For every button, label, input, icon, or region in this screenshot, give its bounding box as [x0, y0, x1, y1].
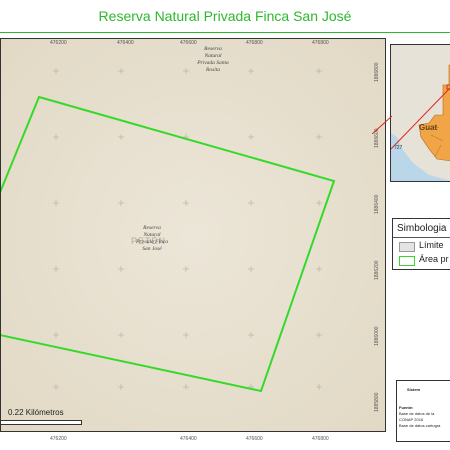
- label-santa-rosita: Reserva Natural Privada Santa Rosita: [197, 46, 229, 73]
- legend-swatch-limit: [399, 242, 415, 252]
- map-title: Reserva Natural Privada Finca San José: [98, 8, 352, 24]
- y-tick-4: 1886200: [374, 260, 380, 280]
- map-canvas: [1, 39, 385, 431]
- legend-divider: [393, 237, 450, 238]
- x-tick-bottom-1: 476200: [50, 436, 67, 442]
- legend-title: Simbologia: [397, 223, 447, 234]
- x-tick-bottom-2: 476400: [180, 436, 197, 442]
- y-tick-3: 1886400: [374, 194, 380, 214]
- inset-land-mass: [391, 45, 450, 181]
- legend-item-area: Área pr: [399, 254, 450, 267]
- main-map[interactable]: [0, 38, 386, 432]
- y-tick-6: 1885800: [374, 392, 380, 412]
- terrain-background: [1, 39, 385, 431]
- legend-panel: Simbologia Límite Área pr: [392, 218, 450, 270]
- inset-number-label: 727: [394, 145, 403, 151]
- label-san-jose: Reserva Natural Privada Finca San José: [136, 225, 168, 252]
- legend-swatch-area: [399, 256, 415, 266]
- inset-region-label: Guat: [419, 123, 438, 132]
- map-title-bar: Reserva Natural Privada Finca San José: [0, 0, 450, 34]
- scale-bar-graphic: [0, 420, 82, 425]
- info-line-1: Base de datos de la: [399, 411, 435, 416]
- y-tick-1: 1886800: [374, 62, 380, 82]
- info-source-label: Fuente:: [399, 405, 414, 410]
- x-tick-bottom-4: 476800: [312, 436, 329, 442]
- legend-label-limit: Límite: [419, 240, 444, 250]
- x-tick-top-2: 476400: [117, 40, 134, 46]
- inset-canvas: [391, 45, 450, 181]
- inset-location-map[interactable]: Guat 727: [390, 44, 450, 182]
- x-tick-top-5: 476800: [312, 40, 329, 46]
- info-line-2: CONAP 2016: [399, 417, 424, 422]
- legend-label-area: Área pr: [419, 254, 449, 264]
- x-tick-bottom-3: 476600: [246, 436, 263, 442]
- info-line-3: Base de datos cartogra: [399, 423, 441, 428]
- x-tick-top-1: 476200: [50, 40, 67, 46]
- scale-text: 0.22 Kilómetros: [8, 408, 64, 417]
- x-tick-top-4: 476800: [246, 40, 263, 46]
- info-title: Sistem: [407, 387, 421, 392]
- info-box: Sistem Fuente: Base de datos de la CONAP…: [396, 380, 450, 442]
- scale-bar: 0.22 Kilómetros: [0, 408, 100, 428]
- title-divider: [0, 32, 450, 33]
- inset-connector-line: [372, 115, 392, 134]
- legend-item-limit: Límite: [399, 240, 450, 253]
- y-tick-5: 1886000: [374, 326, 380, 346]
